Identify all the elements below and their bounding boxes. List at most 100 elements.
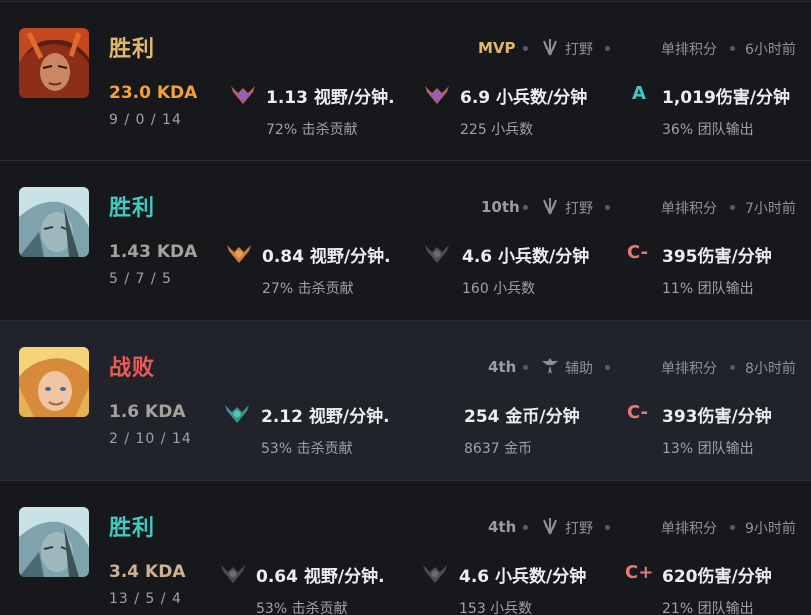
- separator-dot: [605, 365, 610, 370]
- separator-dot: [523, 365, 528, 370]
- damage-per-minute: 393伤害/分钟: [662, 407, 772, 427]
- match-rank: MVP: [478, 39, 516, 57]
- vision-stat: 2.12 视野/分钟. 53% 击杀贡献: [261, 402, 390, 458]
- match-result: 胜利: [109, 196, 156, 221]
- cs-per-minute: 4.6 小兵数/分钟: [462, 247, 590, 267]
- cs-stat: 4.6 小兵数/分钟 160 小兵数: [462, 242, 589, 298]
- queue-type: 单排积分: [661, 42, 717, 58]
- champion-portrait[interactable]: [19, 28, 89, 98]
- match-card[interactable]: 战败 1.6 KDA 2 / 10 / 14 2.12 视野/分钟. 53% 击…: [0, 321, 811, 481]
- match-card[interactable]: 胜利 23.0 KDA 9 / 0 / 14 1.13 视野/分钟. 72% 击…: [0, 1, 811, 161]
- vision-per-minute: 0.84 视野/分钟.: [262, 247, 391, 267]
- match-time: 6小时前: [745, 42, 796, 58]
- vision-per-minute: 0.64 视野/分钟.: [256, 567, 385, 587]
- match-rank: 4th: [488, 358, 517, 376]
- champion-portrait-image: [19, 507, 89, 577]
- damage-per-minute: 1,019伤害/分钟: [662, 88, 790, 108]
- match-rank: 10th: [481, 198, 520, 216]
- damage-grade: A: [632, 83, 646, 104]
- separator-dot: [523, 525, 528, 530]
- champion-portrait[interactable]: [19, 347, 89, 417]
- champion-portrait-image: [19, 187, 89, 257]
- vision-badge-icon: [224, 403, 250, 425]
- cs-total: 153 小兵数: [459, 601, 533, 615]
- damage-stat: 393伤害/分钟 13% 团队输出: [662, 402, 772, 458]
- cs-stat: 4.6 小兵数/分钟 153 小兵数: [459, 562, 586, 615]
- cs-total: 160 小兵数: [462, 281, 536, 297]
- cs-per-minute: 6.9 小兵数/分钟: [460, 88, 588, 108]
- separator-dot: [523, 205, 528, 210]
- damage-per-minute: 620伤害/分钟: [662, 567, 772, 587]
- vision-badge-icon: [230, 84, 256, 106]
- queue-type: 单排积分: [661, 361, 717, 377]
- champion-portrait-image: [19, 28, 89, 98]
- queue-type: 单排积分: [661, 201, 717, 217]
- queue-type: 单排积分: [661, 521, 717, 537]
- match-role: 打野: [565, 521, 593, 537]
- kill-participation: 27% 击杀贡献: [262, 281, 354, 297]
- champion-portrait-image: [19, 347, 89, 417]
- match-role: 打野: [565, 42, 593, 58]
- separator-dot: [523, 46, 528, 51]
- team-damage-share: 11% 团队输出: [662, 281, 754, 297]
- kill-participation: 72% 击杀贡献: [266, 122, 358, 138]
- match-role: 打野: [565, 201, 593, 217]
- kill-participation: 53% 击杀贡献: [261, 441, 353, 457]
- kda-ratio: 1.6 KDA: [109, 402, 186, 422]
- match-time: 8小时前: [745, 361, 796, 377]
- vision-per-minute: 2.12 视野/分钟.: [261, 407, 390, 427]
- damage-stat: 395伤害/分钟 11% 团队输出: [662, 242, 772, 298]
- separator-dot: [730, 365, 735, 370]
- damage-stat: 1,019伤害/分钟 36% 团队输出: [662, 83, 790, 139]
- match-result: 战败: [109, 356, 156, 381]
- cs-badge-icon: [424, 243, 450, 265]
- vision-badge-icon: [220, 563, 246, 585]
- gold-per-minute: 254 金币/分钟: [464, 407, 580, 427]
- separator-dot: [605, 525, 610, 530]
- separator-dot: [605, 46, 610, 51]
- support-icon: [540, 356, 560, 376]
- separator-dot: [730, 525, 735, 530]
- vision-badge-icon: [226, 243, 252, 265]
- separator-dot: [605, 205, 610, 210]
- match-time: 9小时前: [745, 521, 796, 537]
- vision-stat: 0.84 视野/分钟. 27% 击杀贡献: [262, 242, 391, 298]
- champion-portrait[interactable]: [19, 507, 89, 577]
- cs-badge-icon: [424, 84, 450, 106]
- cs-badge-icon: [422, 563, 448, 585]
- jungle-icon: [540, 196, 560, 216]
- cs-stat: 6.9 小兵数/分钟 225 小兵数: [460, 83, 587, 139]
- vision-stat: 1.13 视野/分钟. 72% 击杀贡献: [266, 83, 395, 139]
- kda-detail: 9 / 0 / 14: [109, 112, 182, 128]
- separator-dot: [730, 205, 735, 210]
- separator-dot: [730, 46, 735, 51]
- match-result: 胜利: [109, 37, 156, 62]
- gold-total: 8637 金币: [464, 441, 533, 457]
- team-damage-share: 36% 团队输出: [662, 122, 754, 138]
- jungle-icon: [540, 37, 560, 57]
- vision-per-minute: 1.13 视野/分钟.: [266, 88, 395, 108]
- damage-grade: C+: [625, 562, 654, 583]
- kda-detail: 2 / 10 / 14: [109, 431, 192, 447]
- champion-portrait[interactable]: [19, 187, 89, 257]
- kda-detail: 13 / 5 / 4: [109, 591, 182, 607]
- team-damage-share: 21% 团队输出: [662, 601, 754, 615]
- match-role: 辅助: [565, 361, 593, 377]
- cs-per-minute: 4.6 小兵数/分钟: [459, 567, 587, 587]
- damage-per-minute: 395伤害/分钟: [662, 247, 772, 267]
- kda-ratio: 23.0 KDA: [109, 83, 198, 103]
- kda-ratio: 3.4 KDA: [109, 562, 186, 582]
- team-damage-share: 13% 团队输出: [662, 441, 754, 457]
- match-card[interactable]: 胜利 3.4 KDA 13 / 5 / 4 0.64 视野/分钟. 53% 击杀…: [0, 481, 811, 615]
- damage-grade: C-: [627, 402, 649, 423]
- vision-stat: 0.64 视野/分钟. 53% 击杀贡献: [256, 562, 385, 615]
- jungle-icon: [540, 516, 560, 536]
- kda-ratio: 1.43 KDA: [109, 242, 198, 262]
- gold-stat: 254 金币/分钟 8637 金币: [464, 402, 580, 458]
- match-card[interactable]: 胜利 1.43 KDA 5 / 7 / 5 0.84 视野/分钟. 27% 击杀…: [0, 161, 811, 321]
- match-result: 胜利: [109, 516, 156, 541]
- kda-detail: 5 / 7 / 5: [109, 271, 172, 287]
- cs-total: 225 小兵数: [460, 122, 534, 138]
- damage-stat: 620伤害/分钟 21% 团队输出: [662, 562, 772, 615]
- kill-participation: 53% 击杀贡献: [256, 601, 348, 615]
